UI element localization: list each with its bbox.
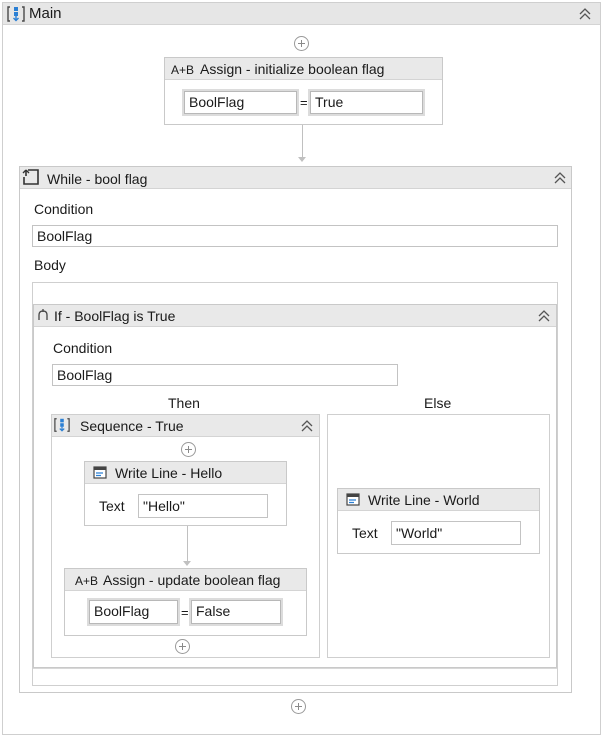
- assign-update-value-field[interactable]: False: [189, 598, 283, 626]
- assign-initialize-operator: =: [300, 95, 308, 110]
- assign-update-to-value[interactable]: BoolFlag: [89, 600, 178, 624]
- assign-update-title: Assign - update boolean flag: [103, 572, 281, 588]
- connector-line: [187, 526, 188, 562]
- sequence-icon: [7, 5, 25, 23]
- if-branch-icon: [36, 308, 50, 322]
- while-loop-icon: [22, 168, 40, 186]
- insert-activity-top-button[interactable]: [294, 36, 309, 51]
- if-condition-input[interactable]: BoolFlag: [52, 364, 398, 386]
- sequence-icon: [54, 417, 70, 433]
- writeline-icon: [93, 466, 107, 480]
- while-collapse-icon[interactable]: [553, 171, 567, 185]
- connector-line: [302, 125, 303, 158]
- main-title: Main: [29, 5, 62, 22]
- while-condition-input[interactable]: BoolFlag: [32, 225, 558, 247]
- writeline-hello-text-input[interactable]: "Hello": [138, 494, 268, 518]
- insert-activity-bottom-button[interactable]: [291, 699, 306, 714]
- assign-initialize-value[interactable]: True: [310, 91, 423, 114]
- insert-activity-sequence-bottom-button[interactable]: [175, 639, 190, 654]
- while-body-label: Body: [34, 257, 66, 273]
- assign-icon: A+B: [171, 63, 195, 77]
- writeline-world-text-label: Text: [352, 525, 378, 541]
- if-title: If - BoolFlag is True: [54, 308, 176, 324]
- if-then-label: Then: [168, 395, 200, 411]
- assign-update-value[interactable]: False: [191, 600, 281, 624]
- assign-initialize-to-value[interactable]: BoolFlag: [184, 91, 297, 114]
- connector-arrow: [298, 157, 306, 162]
- if-collapse-icon[interactable]: [537, 309, 551, 323]
- writeline-world-title: Write Line - World: [368, 492, 480, 508]
- assign-update-to-field[interactable]: BoolFlag: [87, 598, 180, 626]
- insert-activity-sequence-top-button[interactable]: [181, 442, 196, 457]
- assign-icon: A+B: [75, 574, 99, 588]
- main-collapse-icon[interactable]: [578, 7, 592, 21]
- sequence-true-collapse-icon[interactable]: [300, 419, 314, 433]
- writeline-world-text-input[interactable]: "World": [391, 521, 521, 545]
- while-title: While - bool flag: [47, 171, 148, 187]
- assign-initialize-value-field[interactable]: True: [308, 89, 425, 116]
- writeline-hello-title: Write Line - Hello: [115, 465, 223, 481]
- assign-initialize-to-field[interactable]: BoolFlag: [182, 89, 299, 116]
- assign-initialize-title: Assign - initialize boolean flag: [200, 61, 385, 77]
- if-else-label: Else: [424, 395, 452, 411]
- while-body-divider: [33, 668, 557, 669]
- connector-arrow: [183, 561, 191, 566]
- while-condition-label: Condition: [34, 201, 94, 217]
- writeline-hello-text-label: Text: [99, 498, 125, 514]
- writeline-icon: [346, 493, 360, 507]
- assign-update-operator: =: [181, 605, 189, 620]
- sequence-true-title: Sequence - True: [80, 418, 184, 434]
- if-condition-label: Condition: [53, 340, 113, 356]
- main-header[interactable]: [3, 3, 600, 25]
